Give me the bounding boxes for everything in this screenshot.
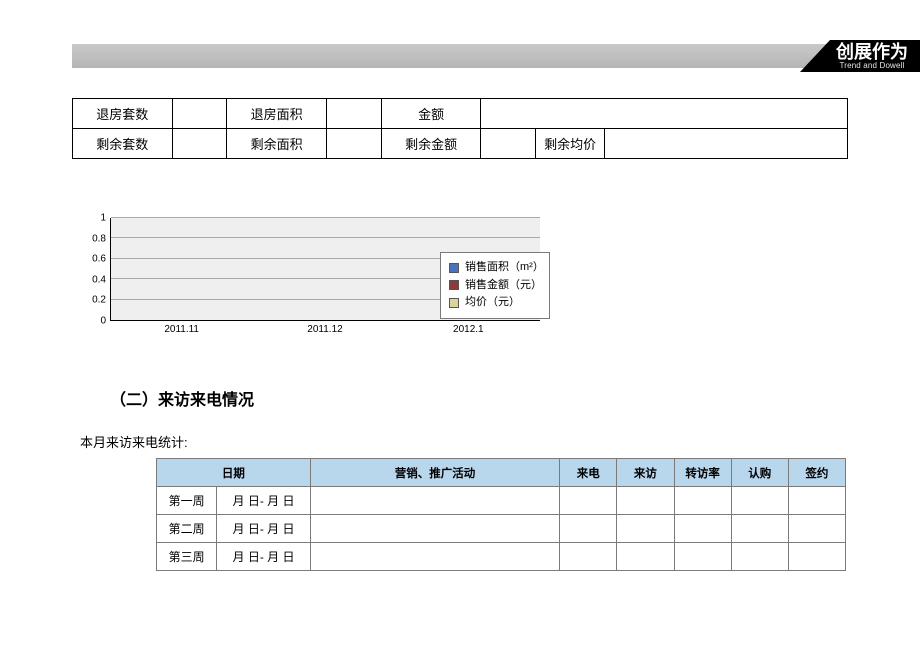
cell: 第三周 bbox=[157, 543, 217, 571]
col-header-visit: 来访 bbox=[617, 459, 674, 487]
cell bbox=[310, 487, 559, 515]
cell bbox=[310, 543, 559, 571]
cell bbox=[674, 487, 731, 515]
cell bbox=[788, 487, 845, 515]
table-row: 第三周月 日- 月 日 bbox=[157, 543, 846, 571]
cell-value bbox=[326, 99, 381, 129]
brand-badge: 创展作为 Trend and Dowell bbox=[800, 40, 920, 72]
stats-table: 日期 营销、推广活动 来电 来访 转访率 认购 签约 第一周月 日- 月 日第二… bbox=[156, 458, 846, 571]
cell bbox=[560, 515, 617, 543]
table-row: 退房套数 退房面积 金额 bbox=[73, 99, 848, 129]
cell: 第二周 bbox=[157, 515, 217, 543]
cell bbox=[560, 543, 617, 571]
cell bbox=[617, 487, 674, 515]
cell: 月 日- 月 日 bbox=[217, 543, 311, 571]
col-header-intent: 认购 bbox=[731, 459, 788, 487]
table-row: 第一周月 日- 月 日 bbox=[157, 487, 846, 515]
cell-label: 剩余面积 bbox=[227, 129, 327, 159]
cell bbox=[674, 543, 731, 571]
cell-label: 退房套数 bbox=[73, 99, 173, 129]
cell-value bbox=[481, 129, 536, 159]
cell: 月 日- 月 日 bbox=[217, 515, 311, 543]
cell-value bbox=[172, 99, 227, 129]
cell-value bbox=[481, 99, 848, 129]
cell bbox=[310, 515, 559, 543]
chart-legend: 销售面积（m²）销售金额（元）均价（元） bbox=[440, 252, 550, 319]
cell-label: 剩余均价 bbox=[536, 129, 605, 159]
cell: 月 日- 月 日 bbox=[217, 487, 311, 515]
col-header-sign: 签约 bbox=[788, 459, 845, 487]
cell bbox=[731, 543, 788, 571]
cell-label: 金额 bbox=[381, 99, 481, 129]
legend-item: 销售面积（m²） bbox=[449, 259, 541, 277]
cell: 第一周 bbox=[157, 487, 217, 515]
header-bar: 创展作为 Trend and Dowell bbox=[72, 44, 920, 68]
table-row: 剩余套数 剩余面积 剩余金额 剩余均价 bbox=[73, 129, 848, 159]
cell-label: 剩余金额 bbox=[381, 129, 481, 159]
table-header-row: 日期 营销、推广活动 来电 来访 转访率 认购 签约 bbox=[157, 459, 846, 487]
table-row: 第二周月 日- 月 日 bbox=[157, 515, 846, 543]
col-header-activity: 营销、推广活动 bbox=[310, 459, 559, 487]
cell bbox=[731, 515, 788, 543]
brand-name-cn: 创展作为 bbox=[836, 43, 908, 61]
cell bbox=[788, 543, 845, 571]
cell-value bbox=[605, 129, 848, 159]
cell-value bbox=[172, 129, 227, 159]
chart-y-axis: 00.20.40.60.81 bbox=[80, 218, 110, 321]
cell bbox=[617, 515, 674, 543]
summary-table: 退房套数 退房面积 金额 剩余套数 剩余面积 剩余金额 剩余均价 bbox=[72, 98, 848, 159]
section-heading: （二）来访来电情况 bbox=[110, 386, 254, 410]
cell bbox=[617, 543, 674, 571]
legend-item: 销售金额（元） bbox=[449, 277, 541, 295]
col-header-rate: 转访率 bbox=[674, 459, 731, 487]
cell bbox=[788, 515, 845, 543]
cell bbox=[560, 487, 617, 515]
cell-value bbox=[326, 129, 381, 159]
cell-label: 退房面积 bbox=[227, 99, 327, 129]
cell-label: 剩余套数 bbox=[73, 129, 173, 159]
col-header-date: 日期 bbox=[157, 459, 311, 487]
col-header-call: 来电 bbox=[560, 459, 617, 487]
cell bbox=[674, 515, 731, 543]
chart-x-axis: 2011.112011.122012.1 bbox=[110, 324, 540, 335]
cell bbox=[731, 487, 788, 515]
legend-item: 均价（元） bbox=[449, 294, 541, 312]
section-subtitle: 本月来访来电统计: bbox=[80, 432, 188, 451]
brand-name-en: Trend and Dowell bbox=[840, 62, 905, 70]
